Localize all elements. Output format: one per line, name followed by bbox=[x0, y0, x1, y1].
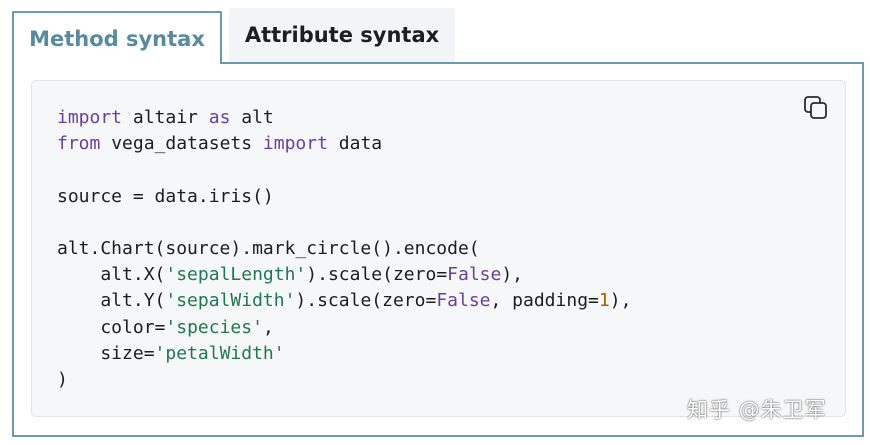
code-token: 'species' bbox=[165, 316, 263, 338]
code-token: = bbox=[436, 264, 448, 286]
code-token: 1 bbox=[598, 290, 610, 312]
code-line: from vega_datasets import data bbox=[57, 133, 382, 154]
code-token: = bbox=[425, 290, 437, 312]
code-line: alt.Chart(source).mark_circle().encode( bbox=[57, 238, 480, 259]
code-token: = bbox=[143, 342, 155, 364]
copy-icon bbox=[804, 96, 827, 119]
code-token: from bbox=[57, 133, 101, 155]
code-token: ) bbox=[57, 369, 68, 391]
code-token: data.iris() bbox=[143, 185, 274, 207]
code-token: as bbox=[208, 107, 231, 128]
code-line: alt.Y('sepalWidth').scale(zero=False, pa… bbox=[57, 290, 631, 311]
code-token: alt.Chart(source).mark_circle().encode( bbox=[57, 238, 480, 260]
tab-attribute-syntax[interactable]: Attribute syntax bbox=[229, 8, 455, 62]
code-token: alt.X( bbox=[57, 264, 166, 286]
code-token: data bbox=[327, 133, 383, 155]
code-token: False bbox=[436, 290, 491, 312]
code-line: alt.X('sepalLength').scale(zero=False), bbox=[57, 264, 523, 285]
tab-panel: import altair as alt from vega_datasets … bbox=[12, 62, 864, 437]
code-block: import altair as alt from vega_datasets … bbox=[31, 80, 846, 417]
code-line: source = data.iris() bbox=[57, 186, 274, 207]
code-token: 'petalWidth' bbox=[154, 342, 285, 364]
code-token: alt bbox=[230, 107, 274, 128]
code-line: color='species', bbox=[57, 316, 274, 338]
code-token: = bbox=[154, 316, 166, 338]
code-token: , bbox=[262, 316, 274, 338]
code-line: ) bbox=[57, 369, 68, 390]
code-token: = bbox=[132, 185, 144, 207]
watermark: 知乎 @朱卫军 bbox=[687, 398, 827, 422]
code-line: import altair as alt bbox=[57, 107, 274, 128]
code-token: ).scale(zero bbox=[295, 290, 426, 312]
code-line: size='petalWidth' bbox=[57, 342, 285, 364]
code-token: color bbox=[57, 316, 155, 338]
code-token: vega_datasets bbox=[100, 133, 263, 155]
copy-button[interactable] bbox=[803, 95, 829, 121]
code-token: 'sepalWidth' bbox=[165, 290, 296, 312]
code-token: 'sepalLength' bbox=[165, 264, 307, 286]
code-token: altair bbox=[122, 107, 209, 128]
tab-method-syntax[interactable]: Method syntax bbox=[12, 11, 222, 64]
code-token: import bbox=[262, 133, 328, 155]
code-token: size bbox=[57, 342, 144, 364]
code-token: source bbox=[57, 185, 133, 207]
code-token: alt.Y( bbox=[57, 290, 166, 312]
code-token: ), bbox=[609, 290, 632, 312]
code-token: ), bbox=[501, 264, 524, 286]
code-token: = bbox=[588, 290, 599, 312]
code-token: ).scale(zero bbox=[306, 264, 437, 286]
code-text: import altair as alt from vega_datasets … bbox=[57, 105, 631, 393]
code-token: , padding bbox=[490, 290, 589, 312]
code-token: False bbox=[447, 264, 502, 286]
code-token: import bbox=[57, 107, 123, 128]
